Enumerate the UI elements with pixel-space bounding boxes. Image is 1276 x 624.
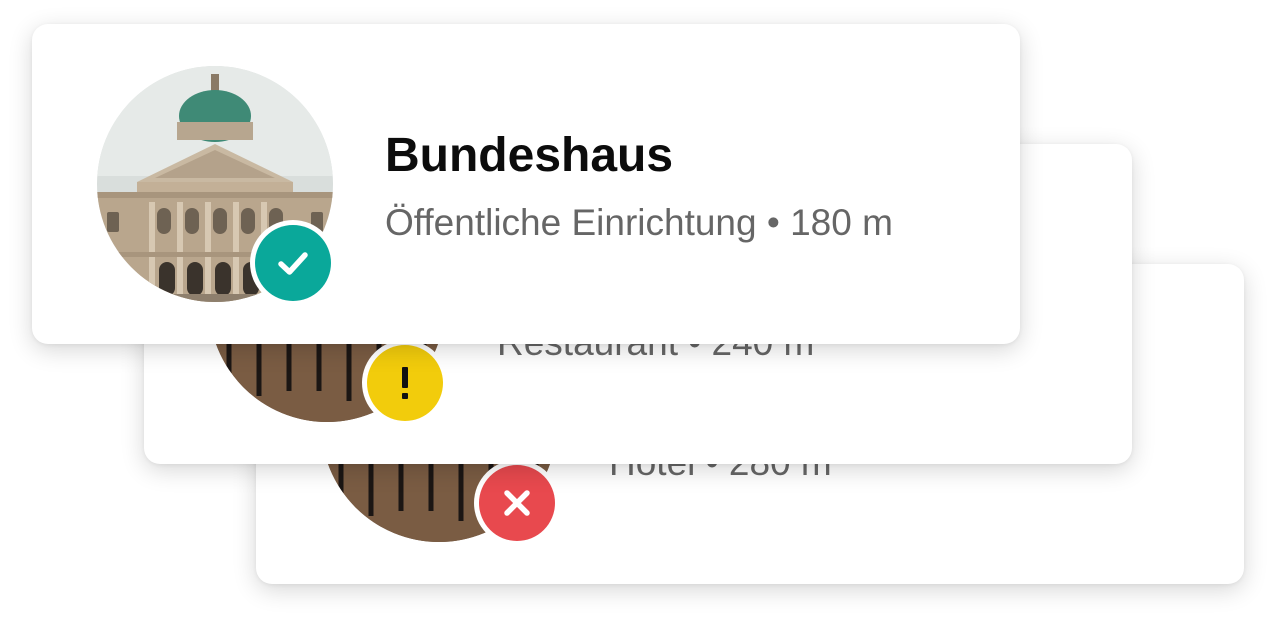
place-card-stack: Hotel • 280 m (0, 0, 1276, 624)
exclamation-icon (402, 367, 408, 399)
status-badge-warning (362, 340, 448, 426)
place-card-bundeshaus[interactable]: Bundeshaus Öffentliche Einrichtung • 180… (32, 24, 1020, 344)
checkmark-icon (278, 252, 308, 275)
status-badge-error (474, 460, 560, 546)
place-meta: Öffentliche Einrichtung • 180 m (385, 202, 893, 243)
close-icon (504, 490, 530, 516)
status-badge-verified (250, 220, 336, 306)
place-title: Bundeshaus (385, 129, 674, 182)
